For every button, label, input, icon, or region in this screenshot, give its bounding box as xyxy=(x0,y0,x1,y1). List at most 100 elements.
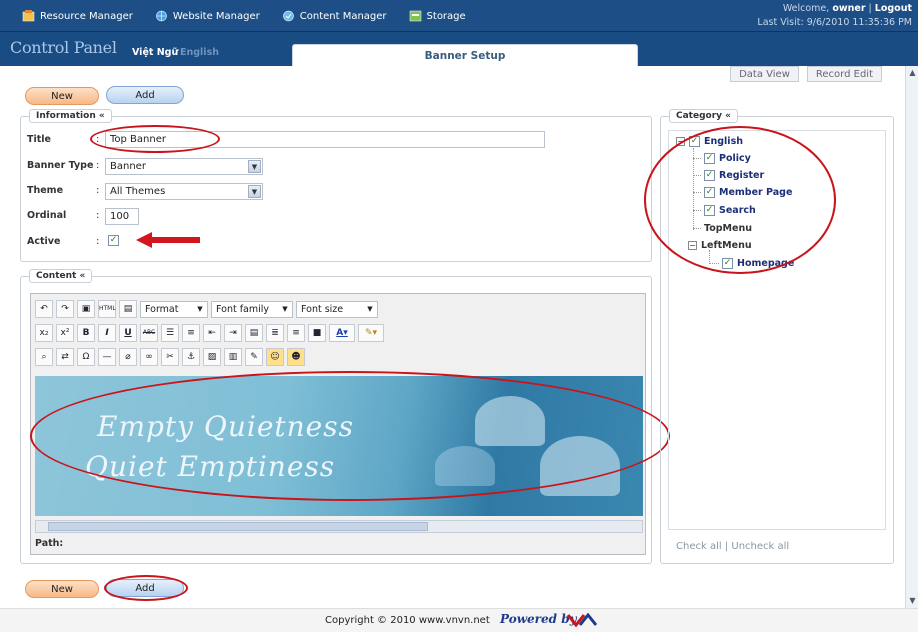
fullscreen-icon[interactable]: ▣ xyxy=(77,300,95,318)
data-view-tab[interactable]: Data View xyxy=(730,66,799,82)
ordinal-label: Ordinal xyxy=(27,210,67,221)
replace-icon[interactable]: ⇄ xyxy=(56,348,74,366)
colon: : xyxy=(96,160,100,171)
record-edit-tab[interactable]: Record Edit xyxy=(806,66,882,82)
highlight-color-icon[interactable]: ✎▾ xyxy=(358,324,384,342)
subscript-icon[interactable]: x₂ xyxy=(35,324,53,342)
welcome-box: Welcome, owner | Logout Last Visit: 9/6/… xyxy=(757,3,912,28)
header-bar: Control Panel Việt Ngữ English Banner Se… xyxy=(0,32,918,66)
undo-icon[interactable]: ↶ xyxy=(35,300,53,318)
chevron-down-icon[interactable]: ▼ xyxy=(248,185,261,198)
numbered-list-icon[interactable]: ≡ xyxy=(182,324,200,342)
top-menu: Resource Manager Website Manager Content… xyxy=(22,10,466,22)
bullet-list-icon[interactable]: ☰ xyxy=(161,324,179,342)
lang-vietnamese-link[interactable]: Việt Ngữ xyxy=(132,47,178,58)
underline-icon[interactable]: U xyxy=(119,324,137,342)
align-left-icon[interactable]: ▤ xyxy=(245,324,263,342)
colon: : xyxy=(96,185,100,196)
new-button-bottom[interactable]: New xyxy=(25,580,99,598)
paste-word-icon[interactable]: ▤ xyxy=(119,300,137,318)
bold-icon[interactable]: B xyxy=(77,324,95,342)
html-source-icon[interactable]: HTML xyxy=(98,300,116,318)
strikethrough-icon[interactable]: ABC xyxy=(140,324,158,342)
edit-icon[interactable]: ✎ xyxy=(245,348,263,366)
add-button[interactable]: Add xyxy=(106,86,184,104)
colon: : xyxy=(96,236,100,247)
font-size-select[interactable]: Font size ▼ xyxy=(296,300,378,318)
unlink-icon[interactable]: ✂ xyxy=(161,348,179,366)
template-icon[interactable]: ☻ xyxy=(287,348,305,366)
format-select[interactable]: Format ▼ xyxy=(140,300,208,318)
control-panel-logo: Control Panel xyxy=(10,38,117,57)
media-icon[interactable]: ▥ xyxy=(224,348,242,366)
superscript-icon[interactable]: x² xyxy=(56,324,74,342)
colon: : xyxy=(96,210,100,221)
banner-type-select[interactable]: Banner ▼ xyxy=(105,158,263,175)
align-right-icon[interactable]: ≡ xyxy=(287,324,305,342)
special-char-icon[interactable]: Ω xyxy=(77,348,95,366)
chevron-down-icon[interactable]: ▼ xyxy=(248,160,261,173)
chevron-down-icon[interactable]: ▼ xyxy=(279,303,291,316)
banner-type-value: Banner xyxy=(110,161,146,172)
font-color-icon[interactable]: A▾ xyxy=(329,324,355,342)
annotation-ellipse xyxy=(644,126,836,274)
redo-icon[interactable]: ↷ xyxy=(56,300,74,318)
editor-horizontal-scrollbar[interactable] xyxy=(35,520,643,533)
scroll-thumb[interactable] xyxy=(48,522,428,531)
annotation-ellipse xyxy=(30,371,670,501)
separator: | xyxy=(724,541,729,552)
active-checkbox[interactable]: ✓ xyxy=(108,235,119,246)
footer: Copyright © 2010 www.vnvn.net Powered by xyxy=(0,608,918,632)
globe-icon xyxy=(156,10,167,22)
menu-storage[interactable]: Storage xyxy=(409,10,466,22)
resource-icon xyxy=(22,10,35,22)
information-legend[interactable]: Information « xyxy=(29,109,112,123)
chevron-down-icon[interactable]: ▼ xyxy=(194,303,206,316)
page-title-tab: Banner Setup xyxy=(292,44,638,66)
scroll-up-icon[interactable]: ▲ xyxy=(907,67,918,79)
view-tabs: Data View Record Edit xyxy=(730,66,882,82)
content-icon xyxy=(282,10,294,22)
active-label: Active xyxy=(27,236,61,247)
italic-icon[interactable]: I xyxy=(98,324,116,342)
lang-english-link[interactable]: English xyxy=(180,47,219,58)
find-icon[interactable]: ⌕ xyxy=(35,348,53,366)
editor-path-label: Path: xyxy=(35,538,64,549)
category-legend[interactable]: Category « xyxy=(669,109,738,123)
toolbar-row-1: ↶ ↷ ▣ HTML ▤ Format ▼ Font family ▼ Font s… xyxy=(35,300,378,318)
emoticon-icon[interactable]: ☺ xyxy=(266,348,284,366)
format-label: Format xyxy=(145,303,179,315)
content-legend[interactable]: Content « xyxy=(29,269,93,283)
link-icon[interactable]: ∞ xyxy=(140,348,158,366)
last-visit: Last Visit: 9/6/2010 11:35:36 PM xyxy=(757,17,912,28)
logout-link[interactable]: Logout xyxy=(875,3,912,14)
page-scrollbar[interactable]: ▲ ▼ xyxy=(905,66,918,608)
uncheck-all-link[interactable]: Uncheck all xyxy=(731,541,789,552)
scroll-down-icon[interactable]: ▼ xyxy=(907,595,918,607)
outdent-icon[interactable]: ⇤ xyxy=(203,324,221,342)
font-family-label: Font family xyxy=(216,303,270,315)
remove-format-icon[interactable]: ⌀ xyxy=(119,348,137,366)
toolbar-row-3: ⌕ ⇄ Ω — ⌀ ∞ ✂ ⚓ ▨ ▥ ✎ ☺ ☻ xyxy=(35,348,305,366)
theme-select[interactable]: All Themes ▼ xyxy=(105,183,263,200)
menu-website-manager[interactable]: Website Manager xyxy=(155,10,260,22)
horizontal-rule-icon[interactable]: — xyxy=(98,348,116,366)
copyright-text: Copyright © 2010 www.vnvn.net xyxy=(325,615,490,626)
ordinal-input[interactable]: 100 xyxy=(105,208,139,225)
vnvn-logo-icon xyxy=(566,613,598,627)
menu-resource-manager[interactable]: Resource Manager xyxy=(22,10,133,22)
menu-content-manager[interactable]: Content Manager xyxy=(282,10,387,22)
font-family-select[interactable]: Font family ▼ xyxy=(211,300,293,318)
align-justify-icon[interactable]: ■ xyxy=(308,324,326,342)
check-all-link[interactable]: Check all xyxy=(676,541,722,552)
toolbar-row-2: x₂ x² B I U ABC ☰ ≡ ⇤ ⇥ ▤ ≣ ≡ ■ A▾ ✎▾ xyxy=(35,324,384,342)
anchor-icon[interactable]: ⚓ xyxy=(182,348,200,366)
image-icon[interactable]: ▨ xyxy=(203,348,221,366)
chevron-down-icon[interactable]: ▼ xyxy=(364,303,376,316)
theme-value: All Themes xyxy=(110,186,166,197)
new-button[interactable]: New xyxy=(25,87,99,105)
title-label: Title xyxy=(27,134,51,145)
align-center-icon[interactable]: ≣ xyxy=(266,324,284,342)
indent-icon[interactable]: ⇥ xyxy=(224,324,242,342)
welcome-text: Welcome, xyxy=(782,3,830,14)
